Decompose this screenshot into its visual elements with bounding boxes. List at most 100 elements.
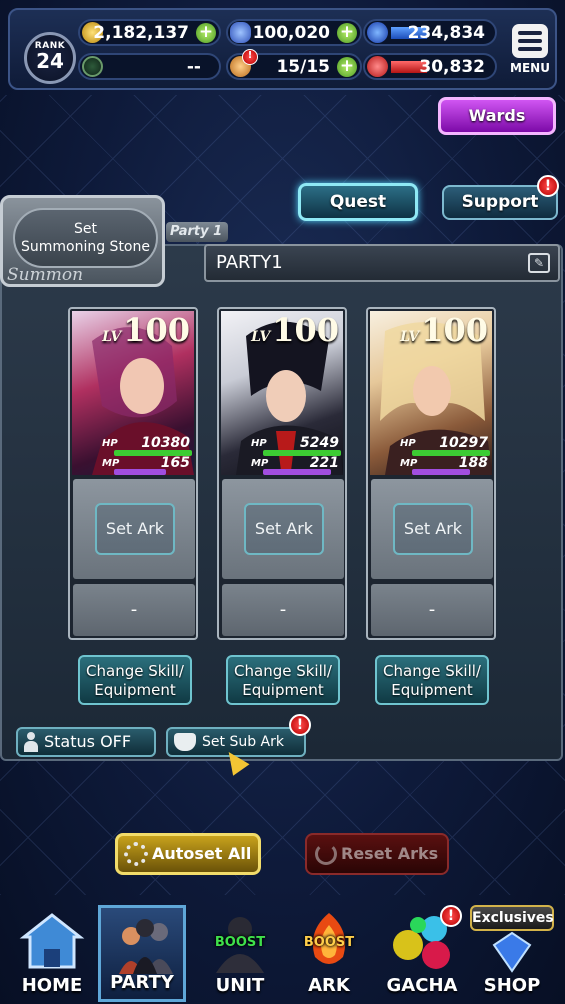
party-tab[interactable]: Party 1 [166, 222, 228, 242]
mp-bar [114, 469, 166, 475]
mp-bar [412, 469, 470, 475]
party-name: PARTY1 [216, 252, 283, 273]
hp-value: 10380 [141, 435, 190, 451]
hp-display: HP 10380 [102, 435, 190, 451]
hp-tag: HP [400, 438, 416, 449]
lv-label: LV [102, 329, 122, 345]
menu-label: MENU [510, 61, 550, 75]
ark-slot: Set Ark [73, 479, 195, 579]
nav-gacha-label: GACHA [386, 975, 458, 996]
autoset-label: Autoset All [152, 844, 252, 863]
set-summoning-stone-label: Set Summoning Stone [20, 221, 150, 255]
party-name-field[interactable]: PARTY1 ✎ [204, 244, 560, 282]
status-label: Status OFF [44, 732, 132, 751]
mp-tag: MP [400, 458, 418, 469]
status-toggle-button[interactable]: Status OFF [16, 727, 156, 757]
unit-level-value: 100 [272, 311, 339, 349]
stamina-value: 15/15 [276, 57, 330, 77]
nav-shop-label: SHOP [483, 975, 541, 996]
set-ark-button[interactable]: Set Ark [95, 503, 175, 555]
nav-home-label: HOME [21, 975, 83, 996]
nav-party[interactable]: PARTY [98, 905, 186, 1002]
nav-ark[interactable]: BOOST ARK [285, 905, 373, 1002]
sub-slot[interactable]: - [222, 584, 344, 636]
nav-home[interactable]: HOME [8, 905, 96, 1002]
change-label: Change Skill/ Equipment [86, 662, 184, 699]
rank-badge: RANK 24 [24, 32, 76, 84]
rank-value: 24 [36, 49, 64, 73]
unit-level: LV100 [102, 311, 190, 349]
edit-icon[interactable]: ✎ [528, 253, 550, 273]
unit-card-2[interactable]: LV100 HP 5249 MP 221 Set Ark - [217, 307, 347, 640]
resource-bar: RANK 24 2,182,137 + 100,020 + 234,834 --… [8, 8, 557, 90]
unit-portrait-2[interactable]: LV100 HP 5249 MP 221 [221, 311, 343, 475]
unit-card-3[interactable]: LV100 HP 10297 MP 188 Set Ark - [366, 307, 496, 640]
hp-tag: HP [251, 438, 267, 449]
gold-counter: 2,182,137 + [78, 19, 221, 46]
nav-unit-label: UNIT [215, 975, 265, 996]
person-icon [24, 732, 38, 752]
hp-value: 5249 [300, 435, 339, 451]
nav-unit[interactable]: BOOST UNIT [196, 905, 284, 1002]
change-skill-equipment-button-2[interactable]: Change Skill/ Equipment [226, 655, 340, 705]
crystal-counter: 100,020 + [226, 19, 362, 46]
set-ark-button[interactable]: Set Ark [393, 503, 473, 555]
gear-icon [124, 842, 148, 866]
autoset-all-button[interactable]: Autoset All [115, 833, 261, 875]
reset-arks-button[interactable]: Reset Arks [305, 833, 449, 875]
add-crystal-button[interactable]: + [337, 23, 357, 43]
unit-level-value: 100 [123, 311, 190, 349]
compass-icon [82, 56, 103, 77]
hp-display: HP 5249 [251, 435, 339, 451]
stamina-alert-icon: ! [242, 49, 258, 65]
unit-level-value: 100 [421, 311, 488, 349]
red-orb-value: 30,832 [419, 57, 485, 77]
set-summoning-stone-button[interactable]: Set Summoning Stone [13, 208, 158, 268]
stamina-counter: ! 15/15 + [226, 49, 362, 80]
wards-button[interactable]: Wards [438, 97, 556, 135]
crystal-value: 100,020 [252, 23, 330, 43]
unit-portrait-1[interactable]: LV100 HP 10380 MP 165 [72, 311, 194, 475]
change-label: Change Skill/ Equipment [234, 662, 332, 699]
exp-counter: -- [78, 53, 221, 80]
hp-tag: HP [102, 438, 118, 449]
ark-slot: Set Ark [371, 479, 493, 579]
hp-display: HP 10297 [400, 435, 488, 451]
summon-section: Set Summoning Stone Summon [0, 195, 165, 287]
sub-slot[interactable]: - [73, 584, 195, 636]
change-label: Change Skill/ Equipment [383, 662, 481, 699]
ark-boost-badge: BOOST [303, 935, 355, 950]
sub-ark-label: Set Sub Ark [202, 734, 284, 750]
unit-level: LV100 [400, 311, 488, 349]
add-stamina-button[interactable]: + [337, 57, 357, 77]
unit-card-1[interactable]: LV100 HP 10380 MP 165 Set Ark - [68, 307, 198, 640]
sub-ark-alert-icon: ! [289, 714, 311, 736]
crystal-icon [230, 22, 251, 43]
support-alert-icon: ! [537, 175, 559, 197]
summon-label: Summon [7, 265, 84, 285]
set-ark-button[interactable]: Set Ark [244, 503, 324, 555]
reset-icon [315, 843, 337, 865]
ark-slot: Set Ark [222, 479, 344, 579]
blue-orb-icon [367, 22, 388, 43]
sub-slot[interactable]: - [371, 584, 493, 636]
change-skill-equipment-button-3[interactable]: Change Skill/ Equipment [375, 655, 489, 705]
gacha-alert-icon: ! [440, 905, 462, 927]
nav-party-label: PARTY [110, 972, 174, 993]
party-icon [119, 919, 173, 974]
unit-boost-badge: BOOST [214, 935, 266, 950]
blue-orb-counter: 234,834 [363, 19, 497, 46]
mp-tag: MP [102, 458, 120, 469]
add-gold-button[interactable]: + [196, 23, 216, 43]
exp-value: -- [186, 57, 201, 77]
lv-label: LV [251, 329, 271, 345]
red-orb-icon [367, 56, 388, 77]
hamburger-icon [512, 24, 548, 58]
sub-ark-icon [174, 733, 196, 751]
quest-button[interactable]: Quest [298, 183, 418, 221]
menu-button[interactable]: MENU [508, 24, 552, 76]
unit-portrait-3[interactable]: LV100 HP 10297 MP 188 [370, 311, 492, 475]
nav-ark-label: ARK [308, 975, 350, 996]
exclusives-badge[interactable]: Exclusives [470, 905, 554, 931]
change-skill-equipment-button-1[interactable]: Change Skill/ Equipment [78, 655, 192, 705]
